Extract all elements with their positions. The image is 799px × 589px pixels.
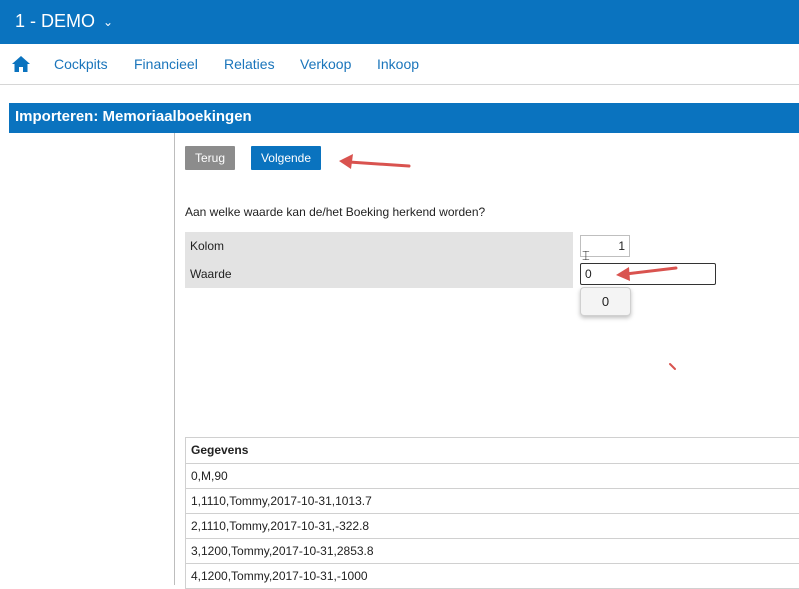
company-name: 1 - DEMO xyxy=(15,11,96,31)
nav-item-verkoop[interactable]: Verkoop xyxy=(300,56,351,72)
table-row: 2,1110,Tommy,2017-10-31,-322.8 xyxy=(186,514,799,539)
mapping-form: Kolom Waarde xyxy=(185,232,573,288)
table-row: 4,1200,Tommy,2017-10-31,-1000 xyxy=(186,564,799,589)
top-bar: 1 - DEMO ⌄ xyxy=(0,0,799,44)
nav-item-cockpits[interactable]: Cockpits xyxy=(54,56,108,72)
nav-item-relaties[interactable]: Relaties xyxy=(224,56,275,72)
text-cursor-icon: ⌶ xyxy=(582,248,590,263)
page-title-bar: Importeren: Memoriaalboekingen xyxy=(9,103,799,133)
table-header: Gegevens xyxy=(186,438,799,464)
main-menu: Cockpits Financieel Relaties Verkoop Ink… xyxy=(0,44,799,85)
autocomplete-suggestion[interactable]: 0 xyxy=(580,287,631,316)
data-table: Gegevens 0,M,90 1,1110,Tommy,2017-10-31,… xyxy=(185,437,799,589)
annotation-arrow-icon xyxy=(616,266,678,281)
annotation-arrow-icon xyxy=(339,154,411,169)
table-row: 3,1200,Tommy,2017-10-31,2853.8 xyxy=(186,539,799,564)
annotation-mark-icon xyxy=(669,363,676,370)
page-title: Importeren: Memoriaalboekingen xyxy=(15,108,252,125)
next-button[interactable]: Volgende xyxy=(251,146,321,170)
back-button[interactable]: Terug xyxy=(185,146,235,170)
company-selector[interactable]: 1 - DEMO ⌄ xyxy=(15,11,113,32)
question-text: Aan welke waarde kan de/het Boeking herk… xyxy=(185,205,486,219)
chevron-down-icon: ⌄ xyxy=(103,14,114,29)
nav-item-financieel[interactable]: Financieel xyxy=(134,56,198,72)
left-pane-divider xyxy=(174,133,175,585)
waarde-label: Waarde xyxy=(190,267,232,281)
kolom-label: Kolom xyxy=(190,239,225,253)
table-row: 0,M,90 xyxy=(186,464,799,489)
nav-item-inkoop[interactable]: Inkoop xyxy=(377,56,419,72)
home-icon[interactable] xyxy=(11,55,31,73)
table-row: 1,1110,Tommy,2017-10-31,1013.7 xyxy=(186,489,799,514)
